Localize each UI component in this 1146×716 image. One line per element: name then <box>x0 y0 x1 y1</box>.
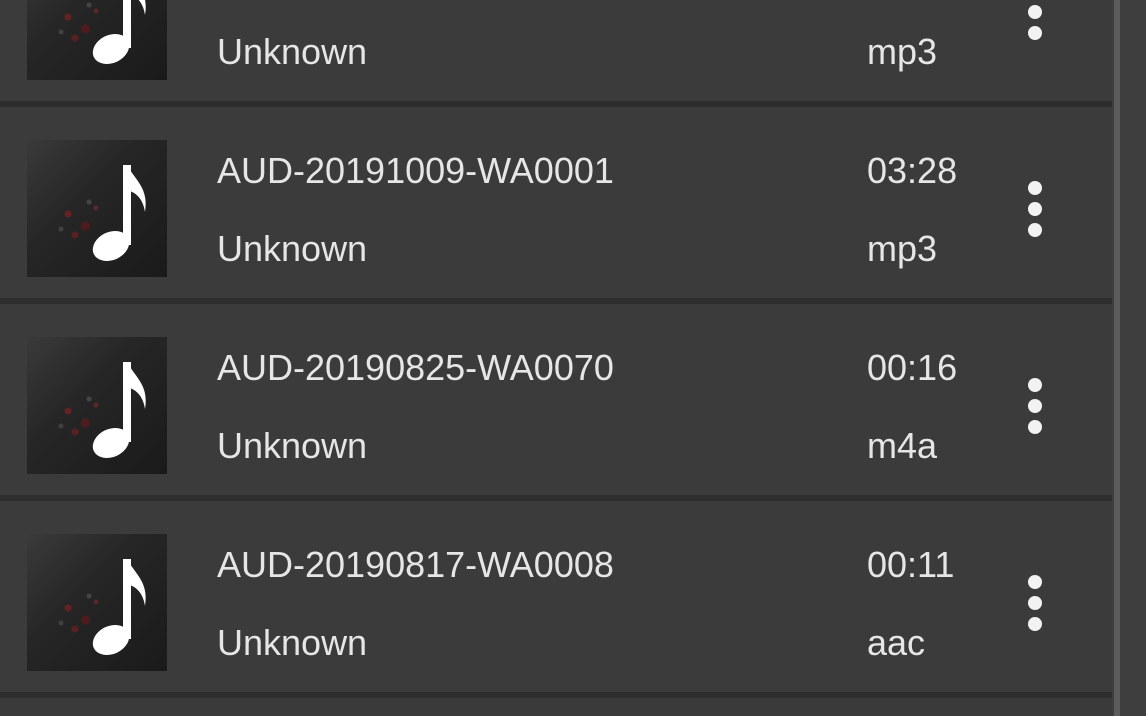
song-format: m4a <box>867 425 938 466</box>
song-duration: 03:28 <box>867 150 958 191</box>
song-artist: Unknown <box>217 31 368 72</box>
song-format: mp3 <box>867 228 938 269</box>
song-row[interactable]: Unknown mp3 <box>0 0 1112 107</box>
song-row[interactable]: AUD-20190825-WA0070 Unknown 00:16 m4a <box>0 304 1112 501</box>
music-note-icon <box>92 165 146 262</box>
more-vert-icon[interactable] <box>1014 179 1058 243</box>
more-vert-icon[interactable] <box>1014 0 1058 46</box>
music-note-icon <box>92 559 146 656</box>
album-art <box>27 337 167 474</box>
song-duration: 00:11 <box>867 544 955 585</box>
song-title: AUD-20190825-WA0070 <box>217 347 614 388</box>
scrollbar[interactable] <box>1114 0 1120 716</box>
album-art <box>27 534 167 671</box>
song-title: AUD-20191009-WA0001 <box>217 150 614 191</box>
music-note-icon <box>92 362 146 459</box>
song-row[interactable]: AUD-20190817-WA0008 Unknown 00:11 aac <box>0 501 1112 698</box>
song-artist: Unknown <box>217 228 368 269</box>
song-format: aac <box>867 622 926 663</box>
album-art <box>27 140 167 277</box>
song-row[interactable]: AUD-20191009-WA0001 Unknown 03:28 mp3 <box>0 107 1112 304</box>
song-list-screen: Unknown mp3 AUD-20191009-WA0001 Unknown … <box>0 0 1146 716</box>
music-note-icon <box>92 0 146 65</box>
song-list: Unknown mp3 AUD-20191009-WA0001 Unknown … <box>0 0 1112 698</box>
song-format: mp3 <box>867 31 938 72</box>
more-vert-icon[interactable] <box>1014 376 1058 440</box>
album-art <box>27 0 167 80</box>
more-vert-icon[interactable] <box>1014 573 1058 637</box>
song-duration: 00:16 <box>867 347 958 388</box>
song-title: AUD-20190817-WA0008 <box>217 544 614 585</box>
song-artist: Unknown <box>217 425 368 466</box>
song-artist: Unknown <box>217 622 368 663</box>
